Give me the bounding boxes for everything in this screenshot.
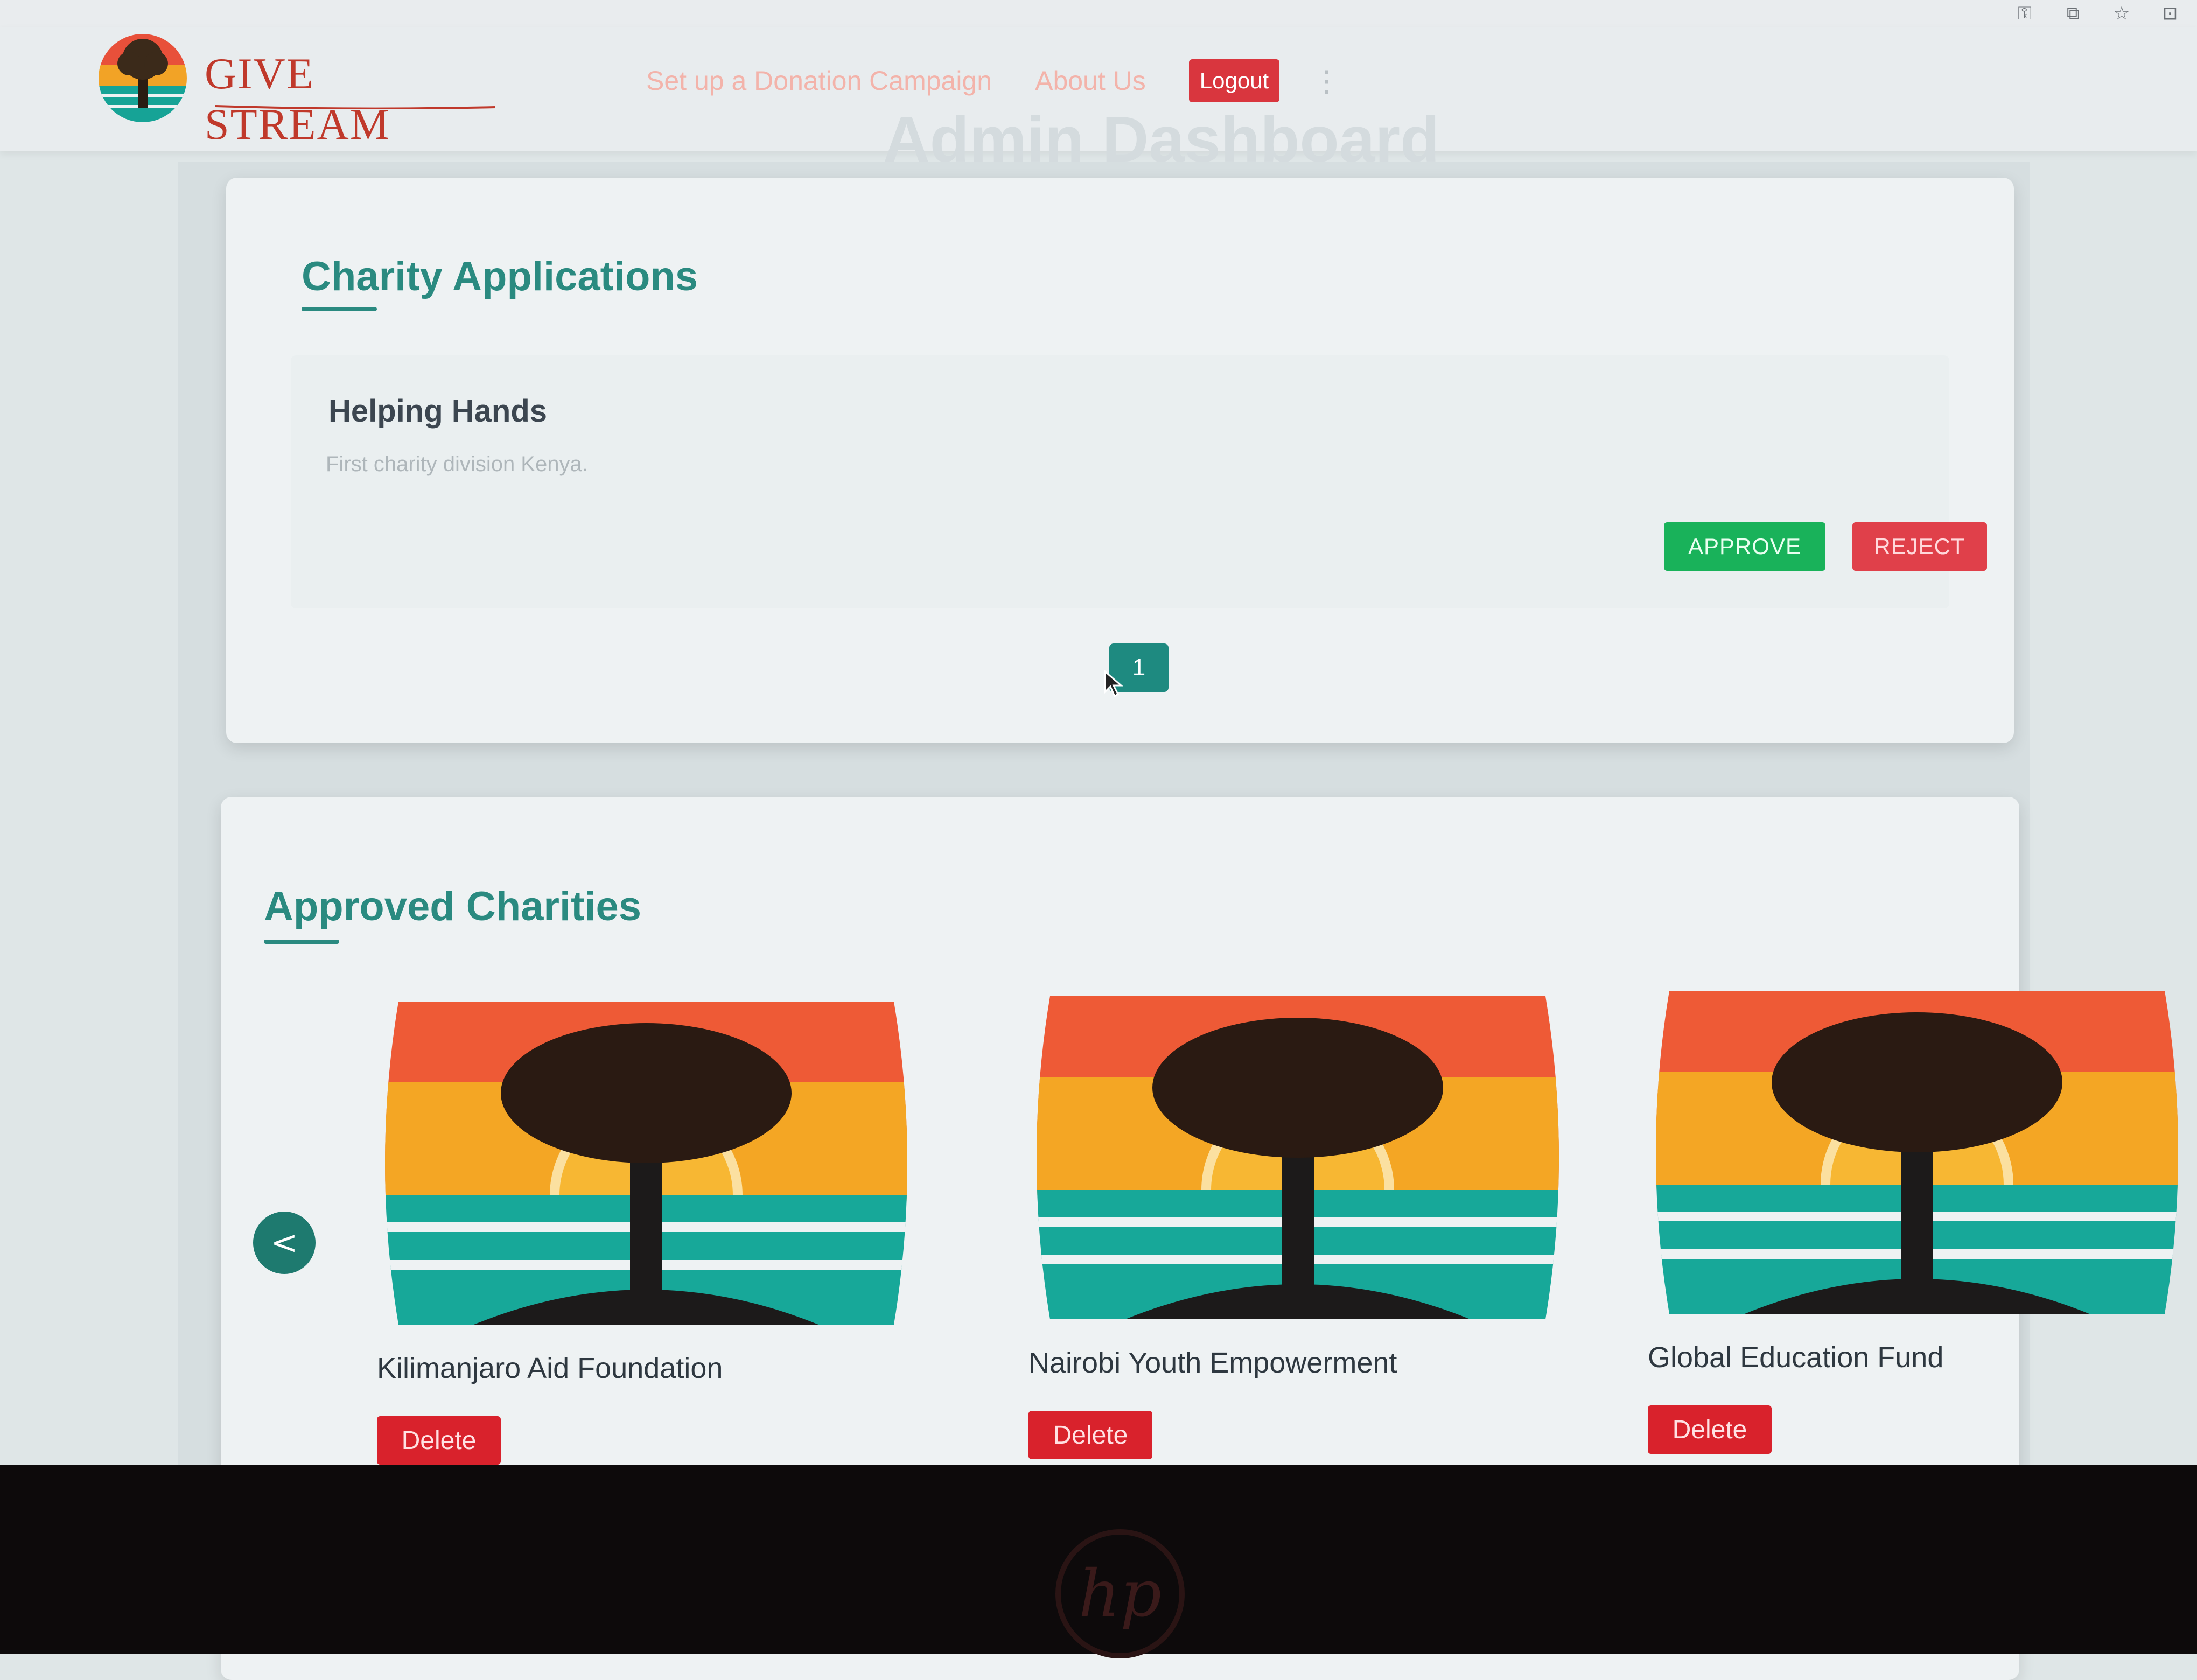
brand-name: GIVE STREAM <box>205 49 390 149</box>
brand-swoosh <box>215 105 495 109</box>
charity-logo-image <box>1037 996 1559 1319</box>
key-icon[interactable]: ⚿ <box>2014 4 2035 23</box>
section-underline <box>302 307 377 311</box>
charity-card: Nairobi Youth Empowerment Delete <box>1028 996 1589 1481</box>
star-icon[interactable]: ☆ <box>2111 4 2132 23</box>
extensions-icon[interactable]: ⊡ <box>2159 4 2181 23</box>
reject-button[interactable]: REJECT <box>1852 522 1987 571</box>
application-description: First charity division Kenya. <box>326 452 588 476</box>
main-nav: Set up a Donation Campaign About Us Logo… <box>646 59 1341 102</box>
charity-name: Nairobi Youth Empowerment <box>1028 1347 1397 1379</box>
charity-name: Global Education Fund <box>1648 1341 1944 1374</box>
hp-logo-icon: hp <box>1055 1529 1185 1658</box>
section-title-applications: Charity Applications <box>302 254 698 299</box>
section-underline <box>264 940 339 944</box>
carousel-prev-button[interactable]: < <box>253 1212 316 1274</box>
charity-applications-card: Charity Applications Helping Hands First… <box>226 178 2014 743</box>
logout-button[interactable]: Logout <box>1188 59 1280 102</box>
install-icon[interactable]: ⧉ <box>2062 4 2084 23</box>
kebab-menu-icon[interactable]: ⋮ <box>1312 64 1341 98</box>
browser-toolbar: ⚿ ⧉ ☆ ⊡ <box>0 0 2197 28</box>
application-item: Helping Hands First charity division Ken… <box>291 355 1987 608</box>
section-title-approved: Approved Charities <box>264 884 642 929</box>
nav-about-us[interactable]: About Us <box>1035 65 1146 96</box>
charity-name: Kilimanjaro Aid Foundation <box>377 1352 723 1384</box>
delete-button[interactable]: Delete <box>1028 1411 1152 1459</box>
charity-logo-image <box>1656 991 2178 1314</box>
laptop-bezel: hp <box>0 1465 2197 1658</box>
approve-button[interactable]: APPROVE <box>1664 522 1825 571</box>
app-header: GIVE STREAM Admin Dashboard Set up a Don… <box>0 27 2197 176</box>
nav-setup-campaign[interactable]: Set up a Donation Campaign <box>646 65 992 96</box>
browser-toolbar-icons: ⚿ ⧉ ☆ ⊡ <box>2014 4 2181 23</box>
charity-card: Global Education Fund Delete <box>1648 991 2197 1475</box>
brand-logo[interactable]: GIVE STREAM <box>97 32 495 149</box>
delete-button[interactable]: Delete <box>377 1416 501 1465</box>
mouse-cursor-icon <box>1104 670 1124 697</box>
application-name: Helping Hands <box>328 394 548 429</box>
charity-card: Kilimanjaro Aid Foundation Delete <box>377 1002 937 1486</box>
delete-button[interactable]: Delete <box>1648 1405 1772 1454</box>
charity-logo-image <box>385 1002 907 1325</box>
logo-icon <box>99 34 187 122</box>
